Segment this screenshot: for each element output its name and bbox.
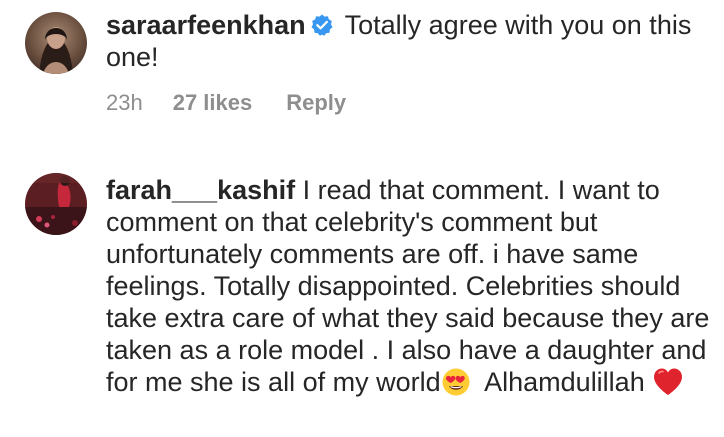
comment-body-tail: Alhamdulillah <box>484 367 645 397</box>
comment-text-block: farah___kashif I read that comment. I wa… <box>106 174 718 404</box>
verified-badge-icon <box>311 14 333 36</box>
comment-text-block: saraarfeenkhan Totally agree with you on… <box>106 9 718 73</box>
reply-button[interactable]: Reply <box>286 90 346 116</box>
red-heart-emoji-icon <box>652 367 684 404</box>
comment-username[interactable]: saraarfeenkhan <box>106 10 306 40</box>
comment-likes-link[interactable]: 27 likes <box>173 90 253 116</box>
heart-eyes-emoji-icon <box>441 367 471 404</box>
avatar-image <box>25 12 87 74</box>
comment-username[interactable]: farah___kashif <box>106 175 295 205</box>
avatar[interactable] <box>25 12 87 74</box>
comment-timestamp[interactable]: 23h <box>106 90 143 116</box>
avatar[interactable] <box>25 173 87 235</box>
comment-body: I read that comment. I want to comment o… <box>106 175 710 397</box>
comment-meta: 23h 27 likes Reply <box>106 90 346 116</box>
avatar-image <box>25 173 87 235</box>
